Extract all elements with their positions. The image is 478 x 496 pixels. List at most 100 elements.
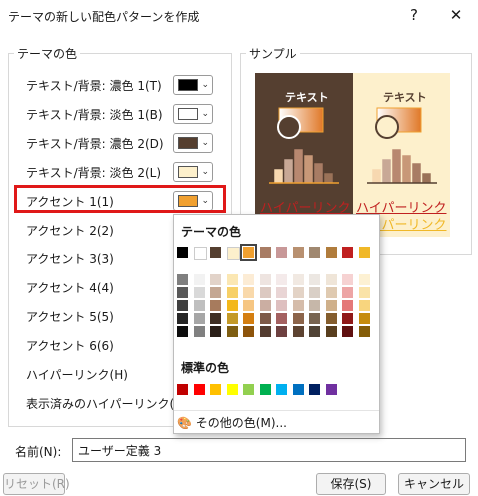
palette-shade-swatch[interactable] bbox=[342, 274, 353, 285]
palette-shade-swatch[interactable] bbox=[358, 300, 370, 311]
cancel-button[interactable]: キャンセル bbox=[398, 473, 470, 495]
palette-standard-label: 標準の色 bbox=[181, 361, 230, 375]
palette-standard-swatch[interactable] bbox=[226, 384, 238, 395]
palette-shade-swatch[interactable] bbox=[243, 287, 254, 298]
palette-standard-swatch[interactable] bbox=[210, 384, 221, 395]
palette-shade-swatch[interactable] bbox=[325, 274, 337, 285]
palette-shade-swatch[interactable] bbox=[276, 274, 287, 285]
palette-shade-swatch[interactable] bbox=[177, 274, 188, 285]
palette-standard-swatch[interactable] bbox=[177, 384, 188, 395]
palette-shade-swatch[interactable] bbox=[309, 313, 320, 324]
palette-shade-swatch[interactable] bbox=[342, 300, 353, 311]
color-picker-button[interactable]: ⌄ bbox=[173, 75, 213, 95]
color-picker-button[interactable]: ⌄ bbox=[173, 104, 213, 124]
palette-shade-swatch[interactable] bbox=[292, 274, 304, 285]
palette-standard-swatch[interactable] bbox=[259, 384, 271, 395]
reset-button[interactable]: リセット(R) bbox=[3, 473, 70, 495]
palette-shade-swatch[interactable] bbox=[226, 326, 238, 337]
palette-shade-swatch[interactable] bbox=[358, 274, 370, 285]
palette-theme-swatch[interactable] bbox=[177, 247, 188, 258]
palette-shade-swatch[interactable] bbox=[177, 326, 188, 337]
palette-shade-swatch[interactable] bbox=[243, 313, 254, 324]
palette-shade-swatch[interactable] bbox=[276, 326, 287, 337]
palette-shade-swatch[interactable] bbox=[325, 287, 337, 298]
palette-theme-swatch[interactable] bbox=[292, 247, 304, 258]
palette-theme-swatch[interactable] bbox=[342, 247, 353, 258]
palette-theme-swatch[interactable] bbox=[276, 247, 287, 258]
palette-shade-swatch[interactable] bbox=[342, 326, 353, 337]
palette-shade-swatch[interactable] bbox=[325, 313, 337, 324]
palette-shade-swatch[interactable] bbox=[358, 326, 370, 337]
palette-shade-swatch[interactable] bbox=[193, 313, 205, 324]
theme-color-row-label: アクセント 6(6) bbox=[26, 339, 114, 353]
palette-shade-swatch[interactable] bbox=[309, 274, 320, 285]
palette-theme-swatch[interactable] bbox=[325, 247, 337, 258]
palette-shade-swatch[interactable] bbox=[309, 326, 320, 337]
palette-shade-swatch[interactable] bbox=[342, 287, 353, 298]
title-bar: テーマの新しい配色パターンを作成 ? ✕ bbox=[0, 0, 478, 32]
palette-shade-swatch[interactable] bbox=[259, 326, 271, 337]
palette-theme-swatch[interactable] bbox=[259, 247, 271, 258]
palette-shade-swatch[interactable] bbox=[325, 300, 337, 311]
palette-shade-swatch[interactable] bbox=[226, 300, 238, 311]
palette-shade-swatch[interactable] bbox=[276, 287, 287, 298]
palette-shade-swatch[interactable] bbox=[276, 300, 287, 311]
palette-standard-swatch[interactable] bbox=[193, 384, 205, 395]
palette-theme-swatch[interactable] bbox=[210, 247, 221, 258]
palette-shade-swatch[interactable] bbox=[210, 326, 221, 337]
sample-bar bbox=[313, 162, 324, 184]
palette-theme-swatch[interactable] bbox=[226, 247, 240, 260]
palette-shade-swatch[interactable] bbox=[177, 287, 188, 298]
palette-shade-swatch[interactable] bbox=[210, 287, 221, 298]
palette-shade-swatch[interactable] bbox=[243, 274, 254, 285]
more-colors-item[interactable]: 🎨 その他の色(M)... bbox=[177, 414, 287, 431]
color-picker-button[interactable]: ⌄ bbox=[173, 133, 213, 153]
palette-theme-swatch[interactable] bbox=[240, 244, 257, 261]
theme-color-row-label: アクセント 3(3) bbox=[26, 252, 114, 266]
palette-shade-swatch[interactable] bbox=[177, 313, 188, 324]
save-button[interactable]: 保存(S) bbox=[316, 473, 386, 495]
palette-shade-swatch[interactable] bbox=[193, 326, 205, 337]
palette-shade-swatch[interactable] bbox=[193, 274, 205, 285]
palette-shade-swatch[interactable] bbox=[177, 300, 188, 311]
palette-shade-swatch[interactable] bbox=[226, 274, 238, 285]
palette-shade-swatch[interactable] bbox=[358, 287, 370, 298]
palette-standard-swatch[interactable] bbox=[309, 384, 320, 395]
palette-shade-swatch[interactable] bbox=[193, 300, 205, 311]
palette-shade-swatch[interactable] bbox=[259, 287, 271, 298]
palette-shade-swatch[interactable] bbox=[259, 313, 271, 324]
palette-standard-swatch[interactable] bbox=[243, 384, 254, 395]
palette-shade-swatch[interactable] bbox=[259, 274, 271, 285]
palette-shade-swatch[interactable] bbox=[243, 326, 254, 337]
palette-shade-swatch[interactable] bbox=[358, 313, 370, 324]
color-swatch bbox=[178, 137, 198, 149]
palette-standard-swatch[interactable] bbox=[325, 384, 337, 395]
palette-shade-swatch[interactable] bbox=[259, 300, 271, 311]
name-input[interactable]: ユーザー定義 3 bbox=[72, 438, 466, 462]
palette-shade-swatch[interactable] bbox=[325, 326, 337, 337]
palette-shade-swatch[interactable] bbox=[226, 287, 238, 298]
help-button[interactable]: ? bbox=[402, 4, 426, 26]
palette-shade-swatch[interactable] bbox=[309, 300, 320, 311]
palette-shade-swatch[interactable] bbox=[292, 313, 304, 324]
close-button[interactable]: ✕ bbox=[444, 4, 468, 26]
palette-shade-swatch[interactable] bbox=[193, 287, 205, 298]
palette-shade-swatch[interactable] bbox=[292, 326, 304, 337]
sample-bar bbox=[293, 148, 304, 184]
palette-standard-swatch[interactable] bbox=[276, 384, 287, 395]
palette-shade-swatch[interactable] bbox=[309, 287, 320, 298]
palette-shade-swatch[interactable] bbox=[210, 274, 221, 285]
palette-theme-swatch[interactable] bbox=[193, 247, 207, 260]
palette-theme-swatch[interactable] bbox=[309, 247, 320, 258]
palette-shade-swatch[interactable] bbox=[292, 300, 304, 311]
palette-theme-swatch[interactable] bbox=[358, 247, 370, 258]
palette-shade-swatch[interactable] bbox=[342, 313, 353, 324]
palette-standard-swatch[interactable] bbox=[292, 384, 304, 395]
palette-shade-swatch[interactable] bbox=[210, 300, 221, 311]
color-picker-button[interactable]: ⌄ bbox=[173, 162, 213, 182]
palette-shade-swatch[interactable] bbox=[226, 313, 238, 324]
palette-shade-swatch[interactable] bbox=[210, 313, 221, 324]
palette-shade-swatch[interactable] bbox=[276, 313, 287, 324]
palette-shade-swatch[interactable] bbox=[292, 287, 304, 298]
palette-shade-swatch[interactable] bbox=[243, 300, 254, 311]
